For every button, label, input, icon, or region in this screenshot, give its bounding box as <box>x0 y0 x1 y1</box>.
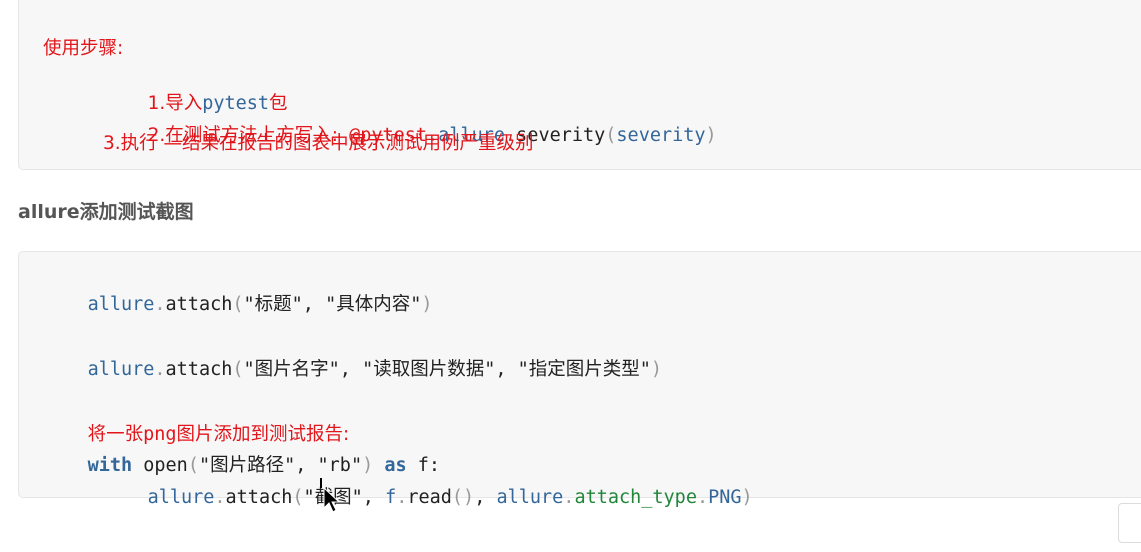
code-block-severity: 使用步骤: 1.导入pytest包 2.在测试方法上方写入: @pytest.a… <box>18 0 1141 170</box>
code-line-attach-text: allure.attach("标题", "具体内容") <box>87 294 433 315</box>
corner-button[interactable] <box>1118 503 1141 543</box>
code-line-attach-image: allure.attach("图片名字", "读取图片数据", "指定图片类型"… <box>87 359 663 380</box>
mouse-cursor-icon <box>318 478 346 518</box>
section-heading: allure添加测试截图 <box>18 201 194 223</box>
step-3: 3.执行 —结果在报告的图表中展示测试用例严重级别 <box>103 133 534 154</box>
steps-heading: 使用步骤: <box>43 38 124 59</box>
code-line-attach-png: allure.attach("截图", f.read(), allure.att… <box>147 487 753 508</box>
code-block-attach: allure.attach("标题", "具体内容") allure.attac… <box>18 251 1141 508</box>
